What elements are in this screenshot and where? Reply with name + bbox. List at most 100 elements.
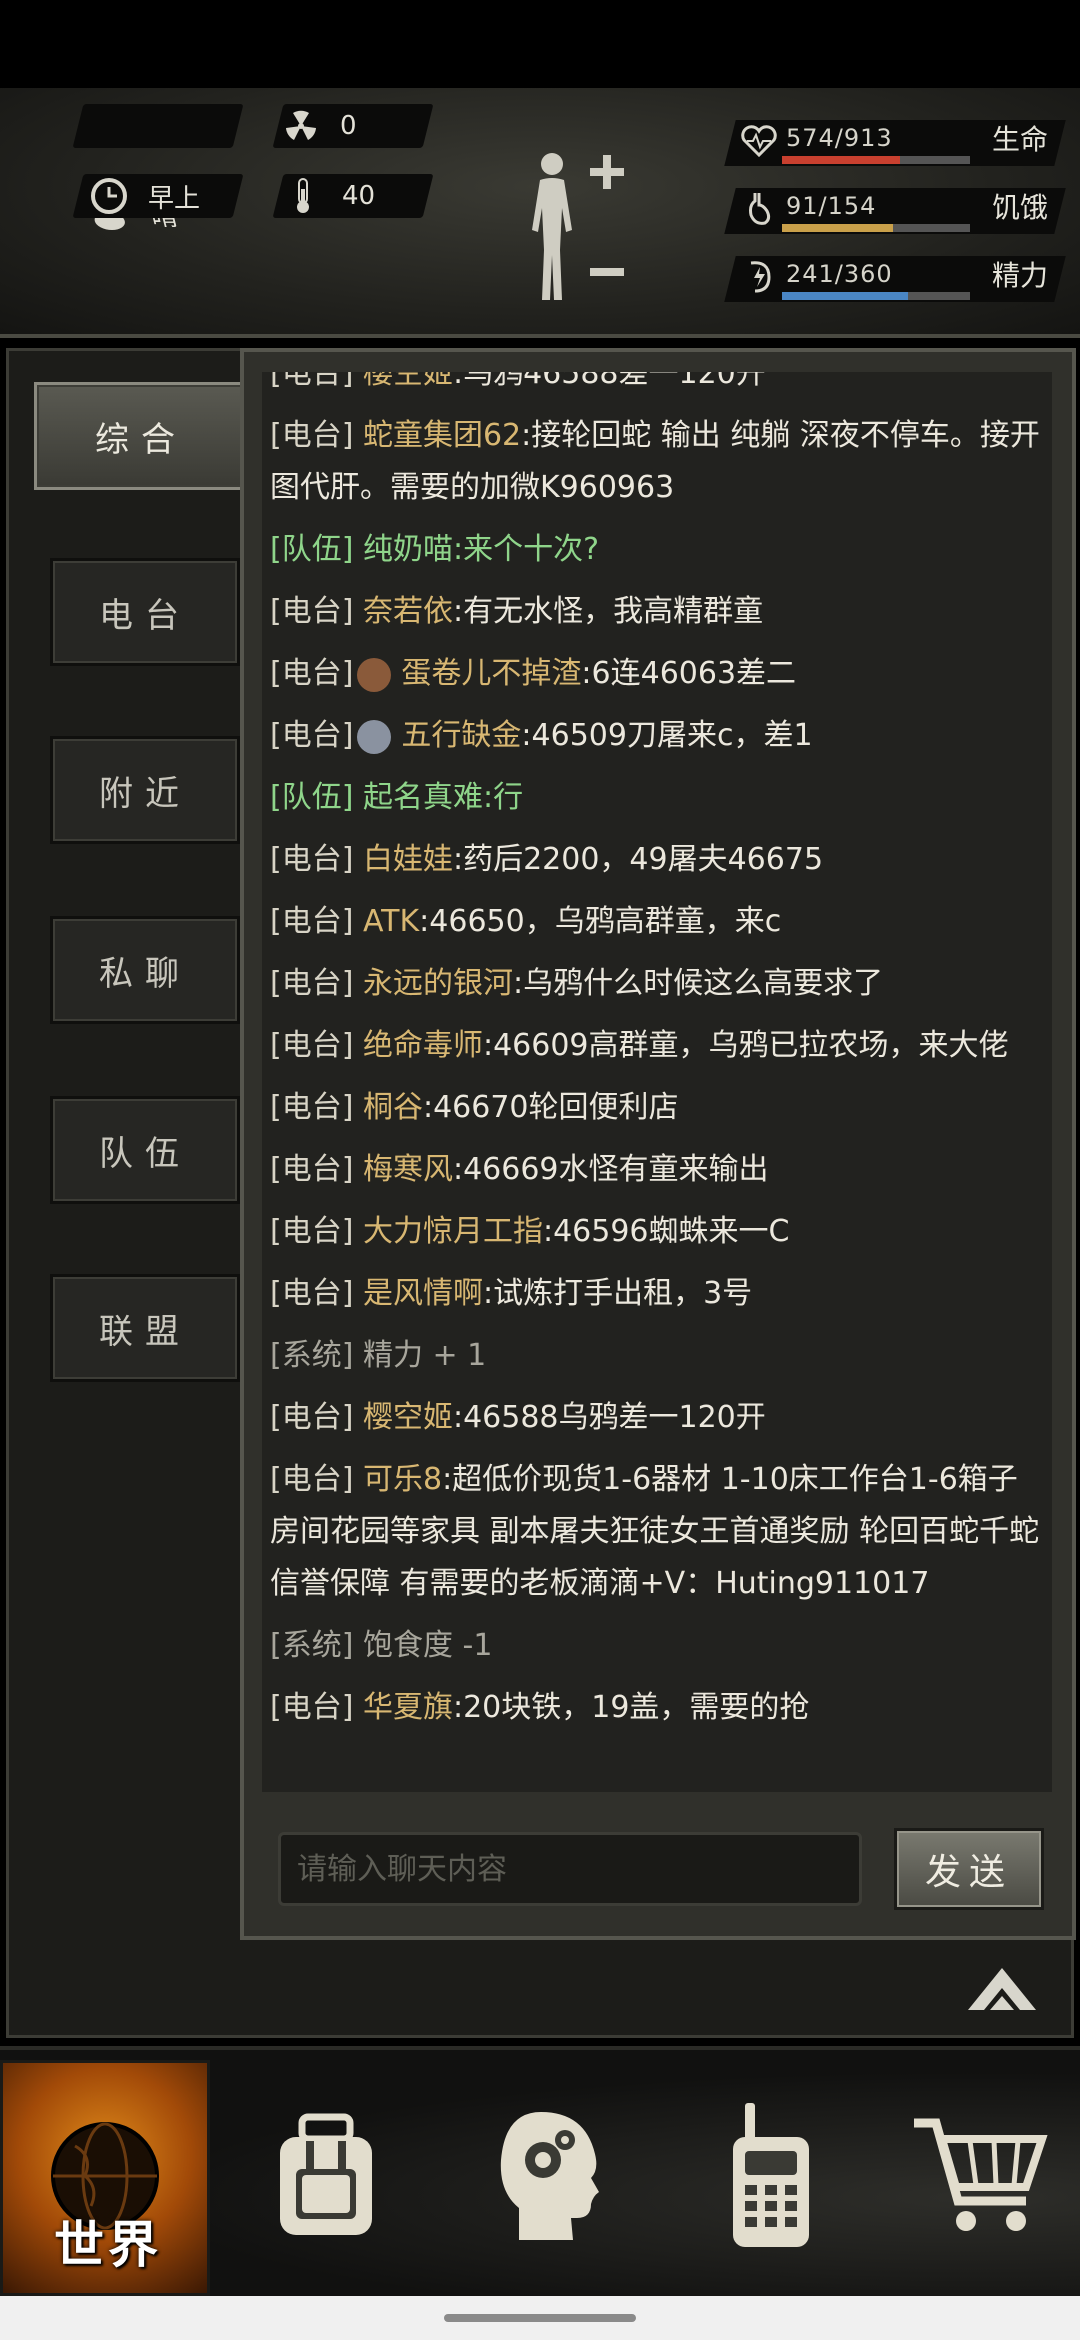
chat-message: [电台] 是风情啊:试炼打手出租，3号	[270, 1268, 1042, 1320]
message-channel: [电台]	[270, 418, 354, 453]
message-text: :46669水怪有童来输出	[452, 1152, 769, 1187]
message-sender[interactable]: 奈若依	[363, 594, 453, 629]
message-channel: [电台]	[270, 1152, 354, 1187]
chat-message: [电台] 奈若依:有无水怪，我高精群童	[270, 586, 1042, 638]
chat-message: [队伍] 纯奶喵:来个十次?	[270, 524, 1042, 576]
tab-alliance[interactable]: 联盟	[50, 1274, 240, 1382]
chat-message: [电台] 樱空姬:46588乌鸦差一120开	[270, 1392, 1042, 1444]
message-text: :46650，乌鸦高群童，来c	[419, 904, 782, 939]
message-sender[interactable]: 蛋卷儿不掉渣	[401, 656, 581, 691]
backpack-icon	[266, 2111, 386, 2245]
chat-message: [电台] 蛇童集团62:接轮回蛇 输出 纯躺 深夜不停车。接开图代肝。需要的加微…	[270, 410, 1042, 514]
chat-message: [电台] ATK:46650，乌鸦高群童，来c	[270, 896, 1042, 948]
chat-message: [电台] 蛋卷儿不掉渣:6连46063差二	[270, 648, 1042, 700]
chat-input[interactable]	[278, 1832, 862, 1906]
player-avatar-icon[interactable]	[357, 657, 392, 692]
message-sender[interactable]: 樱空姬	[363, 1400, 453, 1435]
message-channel: [电台]	[270, 1090, 354, 1125]
energy-stat: 241/360 精力	[724, 250, 1066, 306]
tab-general[interactable]: 综合	[34, 382, 248, 490]
chat-message: [电台] 桐谷:46670轮回便利店	[270, 1082, 1042, 1134]
message-channel: [电台]	[270, 656, 354, 691]
message-channel: [电台]	[270, 372, 354, 391]
message-channel: [系统]	[270, 1628, 354, 1663]
heart-icon	[736, 116, 782, 166]
message-sender[interactable]: 樱空姬	[363, 372, 453, 391]
chat-message: [电台] 白娃娃:药后2200，49屠夫46675	[270, 834, 1042, 886]
message-sender[interactable]: 可乐8	[363, 1462, 442, 1497]
message-sender[interactable]: 华夏旗	[363, 1690, 453, 1725]
tab-team[interactable]: 队伍	[50, 1096, 240, 1204]
health-value: 574/913	[786, 124, 893, 152]
message-text: :行	[482, 780, 524, 815]
tab-radio[interactable]: 电台	[50, 558, 240, 666]
message-text: :46588乌鸦差一120开	[452, 1400, 766, 1435]
message-channel: [电台]	[270, 904, 354, 939]
message-sender[interactable]: ATK	[363, 904, 419, 939]
message-channel: [电台]	[270, 966, 354, 1001]
message-sender[interactable]: 梅寒风	[363, 1152, 453, 1187]
stomach-icon	[736, 184, 782, 234]
message-text: :有无水怪，我高精群童	[452, 594, 764, 629]
message-sender[interactable]: 五行缺金	[401, 718, 521, 753]
health-stat: 574/913 生命	[724, 114, 1066, 170]
chat-message: [电台] 大力惊月工指:46596蜘蛛来一C	[270, 1206, 1042, 1258]
thermometer-icon	[282, 175, 324, 217]
shopping-cart-icon	[910, 2111, 1050, 2245]
player-avatar-icon[interactable]	[357, 719, 392, 754]
message-text: :20块铁，19盖，需要的抢	[452, 1690, 810, 1725]
message-channel: [电台]	[270, 1462, 354, 1497]
nav-world-label: 世界	[54, 2216, 162, 2274]
nav-world-button[interactable]: 世界	[0, 2060, 210, 2296]
message-channel: [队伍]	[270, 532, 354, 567]
message-channel: [电台]	[270, 718, 354, 753]
chat-message: [电台] 梅寒风:46669水怪有童来输出	[270, 1144, 1042, 1196]
message-text: :来个十次?	[452, 532, 599, 567]
nav-backpack-button[interactable]	[226, 2060, 426, 2296]
home-indicator[interactable]	[444, 2314, 636, 2322]
message-sender[interactable]: 蛇童集团62	[363, 418, 521, 453]
message-channel: [电台]	[270, 842, 354, 877]
message-sender[interactable]: 桐谷	[363, 1090, 423, 1125]
message-sender[interactable]: 纯奶喵	[363, 532, 453, 567]
message-sender[interactable]: 白娃娃	[363, 842, 453, 877]
message-text: :药后2200，49屠夫46675	[452, 842, 824, 877]
hunger-stat: 91/154 饥饿	[724, 182, 1066, 238]
hunger-value: 91/154	[786, 192, 877, 220]
chat-message: [电台] 樱空姬:乌鸦46588差一120开	[270, 372, 1042, 400]
tab-private[interactable]: 私聊	[50, 916, 240, 1024]
send-button[interactable]: 发送	[894, 1828, 1044, 1910]
nav-shop-button[interactable]	[880, 2060, 1080, 2296]
message-text: :46670轮回便利店	[422, 1090, 679, 1125]
temperature-value: 40	[342, 181, 376, 211]
hunger-label: 饥饿	[992, 191, 1049, 224]
message-sender[interactable]: 是风情啊	[363, 1276, 483, 1311]
chat-panel: [电台] 樱空姬:乌鸦46588差一120开 [电台] 蛇童集团62:接轮回蛇 输…	[240, 348, 1076, 1940]
chat-message: [系统] 精力 + 1	[270, 1330, 1042, 1382]
health-bar	[782, 156, 970, 164]
body-status-figure[interactable]	[520, 150, 630, 310]
head-gears-icon	[495, 2108, 605, 2248]
message-sender[interactable]: 永远的银河	[363, 966, 513, 1001]
nav-radio-button[interactable]	[670, 2060, 870, 2296]
message-text: :乌鸦什么时候这么高要求了	[512, 966, 884, 1001]
nav-skills-button[interactable]	[450, 2060, 650, 2296]
weather-pill	[72, 104, 244, 148]
clock-icon	[88, 175, 130, 217]
chat-log[interactable]: [电台] 樱空姬:乌鸦46588差一120开 [电台] 蛇童集团62:接轮回蛇 输…	[262, 372, 1052, 1792]
tab-nearby[interactable]: 附近	[50, 736, 240, 844]
message-sender[interactable]: 大力惊月工指	[363, 1214, 543, 1249]
message-text: :乌鸦46588差一120开	[452, 372, 766, 391]
bottom-nav: 世界	[0, 2046, 1080, 2296]
radiation-value: 0	[340, 111, 357, 141]
message-channel: [电台]	[270, 1400, 354, 1435]
message-sender[interactable]: 绝命毒师	[363, 1028, 483, 1063]
collapse-up-icon[interactable]	[964, 1960, 1040, 2016]
energy-value: 241/360	[786, 260, 893, 288]
message-text: 精力 + 1	[362, 1338, 487, 1373]
energy-label: 精力	[992, 259, 1049, 292]
message-channel: [电台]	[270, 1276, 354, 1311]
message-sender[interactable]: 起名真难	[363, 780, 483, 815]
message-channel: [电台]	[270, 1690, 354, 1725]
time-of-day-text: 早上	[148, 183, 201, 214]
